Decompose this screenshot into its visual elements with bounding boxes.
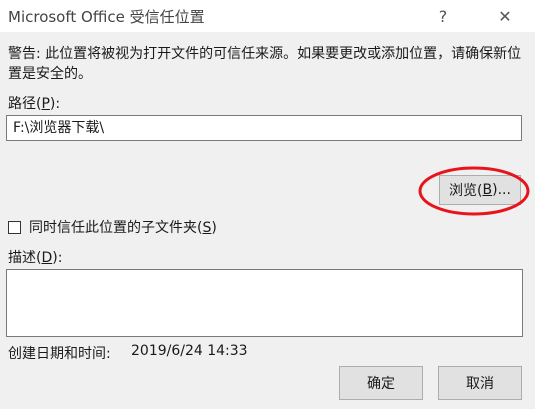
help-button[interactable]: ? (420, 0, 466, 32)
warning-text: 警告: 此位置将被视为打开文件的可信任来源。如果要更改或添加位置，请确保新位置是… (8, 46, 522, 82)
subfolders-label: 同时信任此位置的子文件夹(S) (29, 220, 217, 236)
window-title: Microsoft Office 受信任位置 (8, 8, 205, 26)
title-bar: Microsoft Office 受信任位置 ? ✕ (0, 0, 535, 32)
subfolders-checkbox[interactable] (8, 220, 21, 234)
created-value: 2019/6/24 14:33 (131, 343, 248, 359)
path-input[interactable]: F:\浏览器下载\ (6, 115, 522, 141)
created-label: 创建日期和时间: (8, 346, 111, 362)
path-label: 路径(P): (8, 96, 61, 112)
subfolders-checkbox-row[interactable]: 同时信任此位置的子文件夹(S) (8, 218, 217, 236)
cancel-button[interactable]: 取消 (438, 366, 522, 400)
ok-button[interactable]: 确定 (339, 366, 423, 400)
close-button[interactable]: ✕ (482, 0, 528, 32)
help-icon: ? (438, 6, 448, 26)
close-icon: ✕ (498, 6, 512, 26)
description-field[interactable] (6, 269, 523, 337)
description-label: 描述(D): (8, 250, 63, 266)
browse-button[interactable]: 浏览(B)... (439, 175, 521, 205)
